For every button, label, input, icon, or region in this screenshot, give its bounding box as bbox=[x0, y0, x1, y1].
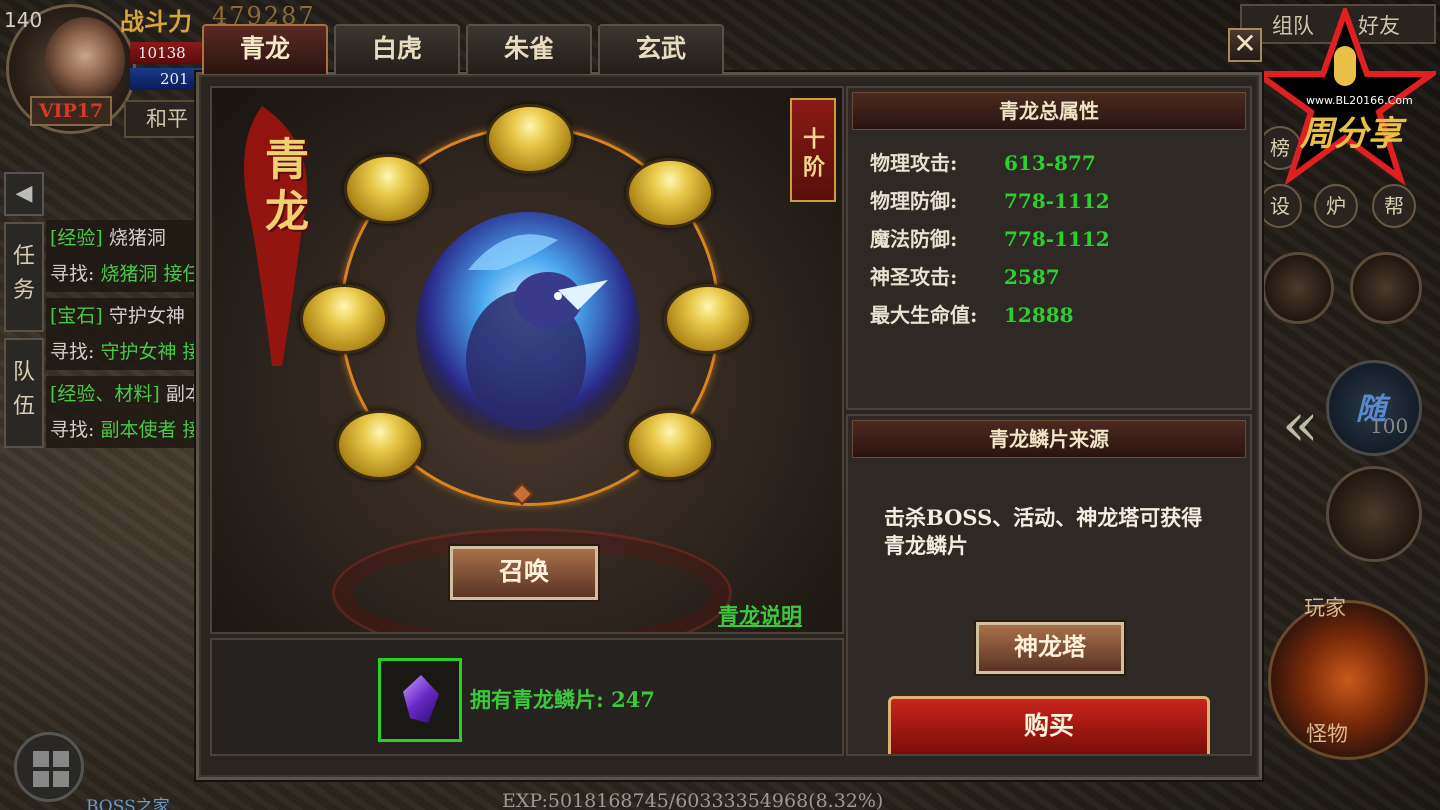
boss-home-link[interactable]: BOSS之家 bbox=[86, 792, 170, 810]
owned-scales-text: 拥有青龙鳞片: 247 bbox=[470, 684, 655, 714]
azure-dragon-image bbox=[416, 212, 640, 448]
dragon-skill-icon[interactable] bbox=[1350, 252, 1422, 324]
quest-tag: [经验] bbox=[50, 227, 103, 249]
power-label: 战斗力 bbox=[120, 7, 192, 36]
azure-dragon-help-link[interactable]: 青龙说明 bbox=[718, 600, 802, 630]
vip-badge[interactable]: VIP17 bbox=[30, 96, 112, 126]
chevron-left-icon[interactable]: « bbox=[1282, 390, 1319, 460]
source-description: 击杀BOSS、活动、神龙塔可获得青龙鳞片 bbox=[884, 505, 1203, 558]
quest-item[interactable]: [经验、材料] 副本 bbox=[46, 376, 206, 412]
quest-text: 烧猪洞 bbox=[102, 227, 166, 249]
dragon-tower-button[interactable]: 神龙塔 bbox=[976, 622, 1124, 674]
close-button[interactable]: ✕ bbox=[1228, 28, 1262, 62]
owned-scales-label: 拥有青龙鳞片: bbox=[470, 687, 604, 712]
tab-quests[interactable]: 任务 bbox=[4, 222, 44, 332]
rank-tag: 十阶 bbox=[790, 98, 836, 202]
attribute-label: 物理防御: bbox=[870, 189, 958, 213]
attribute-label: 魔法防御: bbox=[870, 227, 958, 251]
target-player-label: 玩家 bbox=[1304, 596, 1346, 620]
random-count: 100 bbox=[1370, 414, 1409, 438]
attribute-label: 物理攻击: bbox=[870, 151, 958, 175]
quest-tag: 寻找: bbox=[50, 419, 95, 441]
tab-azure-dragon[interactable]: 青龙 bbox=[202, 24, 328, 74]
collapse-arrow-icon[interactable]: ◀ bbox=[4, 172, 44, 216]
attribute-value: 778-1112 bbox=[1004, 227, 1110, 251]
watermark-text: 周分享 bbox=[1300, 114, 1402, 154]
quest-tag: 寻找: bbox=[50, 263, 95, 285]
quest-tag: [宝石] bbox=[50, 305, 103, 327]
tab-white-tiger[interactable]: 白虎 bbox=[334, 24, 460, 74]
dragon-orb[interactable] bbox=[486, 104, 574, 174]
guild-button[interactable]: 帮 bbox=[1372, 184, 1416, 228]
target-monster-label: 怪物 bbox=[1306, 722, 1348, 746]
attribute-row: 神圣攻击: 2587 bbox=[870, 258, 1060, 296]
attribute-label: 神圣攻击: bbox=[870, 265, 958, 289]
attribute-value: 613-877 bbox=[1004, 151, 1096, 175]
player-level: 140 bbox=[4, 8, 43, 32]
quest-tag: 寻找: bbox=[50, 341, 95, 363]
furnace-button[interactable]: 炉 bbox=[1314, 184, 1358, 228]
source-title: 青龙鳞片来源 bbox=[852, 420, 1246, 458]
quest-item[interactable]: [经验] 烧猪洞 bbox=[46, 220, 206, 256]
total-attributes-panel: 青龙总属性 物理攻击: 613-877 物理防御: 778-1112 魔法防御: 77… bbox=[846, 86, 1252, 410]
dragon-scale-icon bbox=[403, 675, 439, 723]
summon-button[interactable]: 召唤 bbox=[450, 546, 598, 600]
tab-vermilion-bird[interactable]: 朱雀 bbox=[466, 24, 592, 74]
quest-text: 副本使者 接 bbox=[94, 419, 202, 441]
beast-name-banner: 青龙 bbox=[257, 136, 308, 240]
attribute-row: 物理攻击: 613-877 bbox=[870, 144, 1096, 182]
attribute-row: 魔法防御: 778-1112 bbox=[870, 220, 1110, 258]
hp-bar: 10138 bbox=[130, 42, 210, 64]
menu-grid-icon[interactable] bbox=[14, 732, 84, 802]
buy-button[interactable]: 购买 bbox=[888, 696, 1210, 754]
attribute-row: 最大生命值: 12888 bbox=[870, 296, 1074, 334]
dragon-orb[interactable] bbox=[664, 284, 752, 354]
exp-readout: EXP:5018168745/60333354968(8.32%) bbox=[502, 790, 884, 810]
quest-item[interactable]: 寻找: 副本使者 接 bbox=[46, 412, 206, 448]
attribute-label: 最大生命值: bbox=[870, 303, 978, 327]
demon-skill-icon[interactable] bbox=[1262, 252, 1334, 324]
quest-tag: [经验、材料] bbox=[50, 383, 160, 405]
quest-text: 守护女神 接 bbox=[94, 341, 202, 363]
owned-scales-panel: 拥有青龙鳞片: 247 bbox=[210, 638, 844, 756]
tab-black-tortoise[interactable]: 玄武 bbox=[598, 24, 724, 74]
target-switch-button[interactable] bbox=[1268, 600, 1428, 760]
quest-text: 烧猪洞 接任 bbox=[94, 263, 202, 285]
quest-text: 守护女神 bbox=[102, 305, 185, 327]
attribute-value: 2587 bbox=[1004, 265, 1060, 289]
attribute-row: 物理防御: 778-1112 bbox=[870, 182, 1110, 220]
settings-button[interactable]: 设 bbox=[1258, 184, 1302, 228]
sword-skill-icon[interactable] bbox=[1326, 466, 1422, 562]
avatar[interactable] bbox=[45, 17, 125, 103]
quest-item[interactable]: 寻找: 守护女神 接 bbox=[46, 334, 206, 370]
tab-team[interactable]: 队伍 bbox=[4, 338, 44, 448]
scale-source-panel: 青龙鳞片来源 击杀BOSS、活动、神龙塔可获得青龙鳞片 神龙塔 购买 bbox=[846, 414, 1252, 756]
attribute-value: 778-1112 bbox=[1004, 189, 1110, 213]
dragon-scale-item-slot[interactable] bbox=[378, 658, 462, 742]
attribute-value: 12888 bbox=[1004, 303, 1074, 327]
pk-mode-button[interactable]: 和平 bbox=[124, 100, 198, 138]
summon-stage: 青龙 十阶 召唤 青龙说明 bbox=[210, 86, 844, 634]
quest-item[interactable]: [宝石] 守护女神 bbox=[46, 298, 206, 334]
owned-scales-count: 247 bbox=[611, 687, 655, 712]
attributes-title: 青龙总属性 bbox=[852, 92, 1246, 130]
quest-item[interactable]: 寻找: 烧猪洞 接任 bbox=[46, 256, 206, 292]
